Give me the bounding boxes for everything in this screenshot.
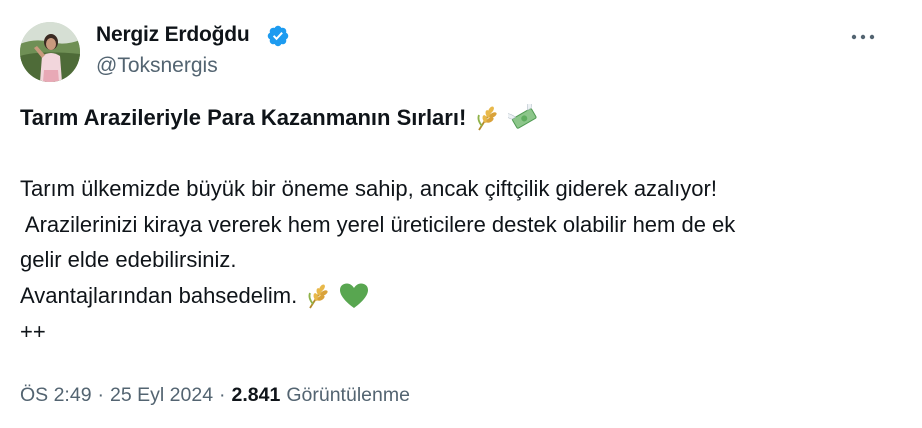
- tweet-line-3: gelir elde edebilirsiniz.: [20, 247, 237, 273]
- avatar-image: [20, 22, 80, 82]
- tweet-line-4-row: Avantajlarından bahsedelim.: [20, 278, 900, 314]
- views-count: 2.841: [231, 384, 281, 406]
- avatar[interactable]: [20, 22, 80, 82]
- tweet-title: Tarım Arazileriyle Para Kazanmanın Sırla…: [20, 105, 467, 130]
- views-label: Görüntülenme: [286, 384, 410, 406]
- tweet-time-link[interactable]: ÖS 2:49: [20, 384, 92, 407]
- meta-separator: ·: [219, 384, 226, 406]
- tweet-line-2: Arazilerinizi kiraya vererek hem yerel ü…: [20, 211, 736, 237]
- tweet-title-line: Tarım Arazileriyle Para Kazanmanın Sırla…: [20, 100, 900, 136]
- author-handle[interactable]: @Toksnergis: [96, 54, 218, 78]
- more-options-button[interactable]: [846, 24, 880, 50]
- wheat-emoji-icon: [308, 284, 328, 309]
- tweet-text: Tarım Arazileriyle Para Kazanmanın Sırla…: [20, 100, 900, 349]
- wheat-emoji-icon: [477, 106, 497, 131]
- verified-badge-icon[interactable]: [266, 24, 290, 48]
- tweet-line-4: Avantajlarından bahsedelim.: [20, 282, 298, 308]
- green-heart-emoji-icon: [340, 283, 369, 308]
- tweet-date-link[interactable]: 25 Eyl 2024: [110, 384, 213, 407]
- money-with-wings-emoji-icon: [508, 103, 537, 129]
- meta-separator: ·: [97, 384, 105, 406]
- tweet-last-line: ++: [20, 318, 46, 344]
- tweet-line-1: Tarım ülkemizde büyük bir öneme sahip, a…: [20, 176, 717, 202]
- author-display-name[interactable]: Nergiz Erdoğdu: [96, 23, 250, 47]
- more-horizontal-icon: [851, 34, 875, 40]
- tweet-meta: ÖS 2:49 · 25 Eyl 2024 · 2.841 Görüntülen…: [20, 384, 410, 407]
